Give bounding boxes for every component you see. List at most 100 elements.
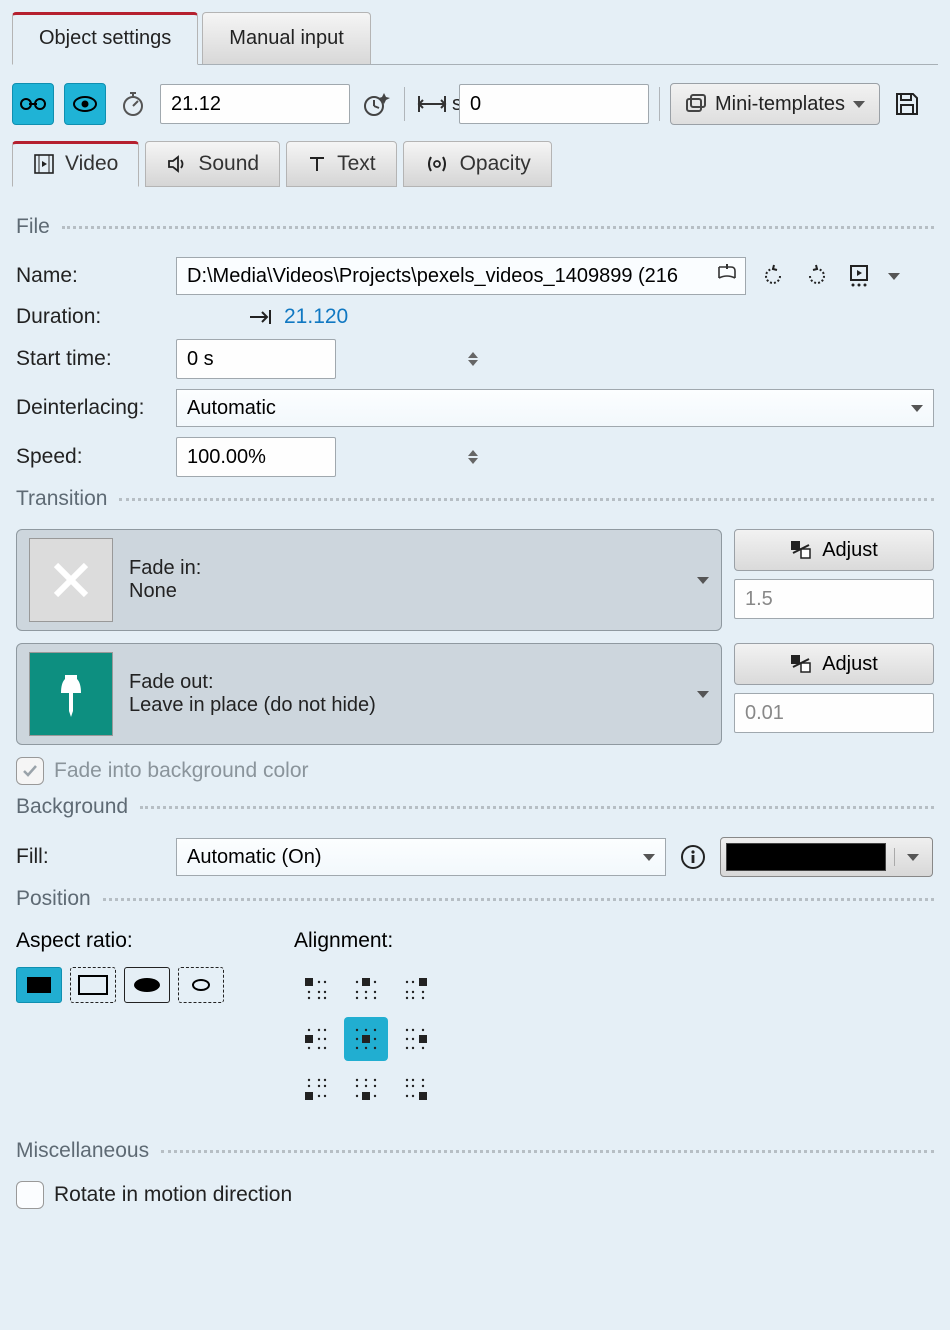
aspect-ratio-label: Aspect ratio: [16, 929, 224, 953]
adjust-icon [790, 540, 812, 560]
aspect-stretch[interactable] [124, 967, 170, 1003]
info-icon [680, 844, 706, 870]
stopwatch-icon [119, 90, 147, 118]
save-icon [893, 90, 921, 118]
name-label: Name: [16, 264, 166, 288]
link-toggle-button[interactable] [12, 83, 54, 125]
toolbar: s s Mini-templates [12, 65, 938, 141]
chevron-down-icon[interactable] [888, 273, 900, 280]
adjust-label: Adjust [822, 539, 878, 562]
deinterlacing-select[interactable]: Automatic [176, 389, 934, 427]
rotate-motion-checkbox[interactable] [16, 1181, 44, 1209]
subtab-video-label: Video [65, 152, 118, 176]
align-mr[interactable] [394, 1017, 438, 1061]
deinterlacing-label: Deinterlacing: [16, 396, 166, 420]
speaker-icon [166, 153, 188, 175]
align-tr[interactable] [394, 967, 438, 1011]
rotate-cw-button[interactable] [800, 259, 834, 293]
start-time-input[interactable] [177, 344, 462, 375]
rotate-ccw-button[interactable] [756, 259, 790, 293]
offset-icon-button[interactable] [415, 87, 449, 121]
rotate-cw-icon [804, 263, 830, 289]
play-settings-button[interactable] [844, 259, 878, 293]
align-tl[interactable] [294, 967, 338, 1011]
object-settings-panel: Object settings Manual input s s Mini-te… [0, 0, 950, 1249]
align-tc[interactable] [344, 967, 388, 1011]
duration-value[interactable]: 21.120 [284, 305, 348, 329]
fadein-label: Fade in: [129, 557, 681, 580]
tab-manual-input[interactable]: Manual input [202, 12, 371, 64]
subtab-opacity-label: Opacity [460, 152, 531, 176]
fill-select[interactable]: Automatic (On) [176, 838, 666, 876]
fadeout-label: Fade out: [129, 671, 681, 694]
fadein-adjust-button[interactable]: Adjust [734, 529, 934, 571]
align-mc[interactable] [344, 1017, 388, 1061]
tab-object-settings[interactable]: Object settings [12, 12, 198, 65]
fade-bg-label: Fade into background color [54, 759, 309, 783]
chevron-down-icon [697, 577, 709, 584]
color-picker[interactable] [720, 837, 933, 877]
alignment-grid [294, 967, 438, 1111]
clock-sparkle-icon [362, 90, 392, 118]
rotate-ccw-icon [760, 263, 786, 289]
subtab-opacity[interactable]: Opacity [403, 141, 552, 187]
stopwatch-button[interactable] [116, 87, 150, 121]
check-icon [21, 762, 39, 780]
subtab-text[interactable]: Text [286, 141, 397, 187]
subtab-text-label: Text [337, 152, 376, 176]
section-background: Background [16, 795, 934, 819]
section-position: Position [16, 887, 934, 911]
fill-value: Automatic (On) [187, 846, 321, 869]
eye-icon [72, 95, 98, 113]
mini-templates-dropdown[interactable]: Mini-templates [670, 83, 880, 125]
section-transition: Transition [16, 487, 934, 511]
align-bc[interactable] [344, 1067, 388, 1111]
fadein-thumb [29, 538, 113, 622]
speed-spinner[interactable] [462, 450, 484, 464]
chevron-down-icon [911, 405, 923, 412]
aspect-fit[interactable] [16, 967, 62, 1003]
align-bl[interactable] [294, 1067, 338, 1111]
content: File Name: Duration: 21.120 Start time: … [12, 187, 938, 1237]
deinterlacing-value: Automatic [187, 397, 276, 420]
rotate-motion-label: Rotate in motion direction [54, 1183, 292, 1207]
aspect-crop[interactable] [178, 967, 224, 1003]
section-misc: Miscellaneous [16, 1139, 934, 1163]
fadeout-card[interactable]: Fade out: Leave in place (do not hide) [16, 643, 722, 745]
fadeout-adjust-button[interactable]: Adjust [734, 643, 934, 685]
visibility-toggle-button[interactable] [64, 83, 106, 125]
separator [659, 87, 660, 121]
pin-icon [51, 669, 91, 719]
color-swatch-black [726, 843, 886, 871]
auto-time-button[interactable] [360, 87, 394, 121]
fadeout-thumb [29, 652, 113, 736]
sub-tab-bar: Video Sound Text Opacity [12, 141, 938, 187]
align-br[interactable] [394, 1067, 438, 1111]
name-input[interactable] [176, 257, 746, 295]
subtab-video[interactable]: Video [12, 141, 139, 187]
x-icon [46, 555, 96, 605]
mini-templates-label: Mini-templates [715, 93, 845, 116]
width-arrows-icon [417, 94, 447, 114]
fade-bg-checkbox[interactable] [16, 757, 44, 785]
start-spinner[interactable] [462, 352, 484, 366]
fadein-value: None [129, 580, 681, 603]
template-icon [685, 93, 707, 115]
subtab-sound[interactable]: Sound [145, 141, 280, 187]
alignment-label: Alignment: [294, 929, 438, 953]
aspect-fill[interactable] [70, 967, 116, 1003]
fadein-card[interactable]: Fade in: None [16, 529, 722, 631]
section-file: File [16, 215, 934, 239]
align-ml[interactable] [294, 1017, 338, 1061]
speed-input[interactable] [177, 442, 462, 473]
subtab-sound-label: Sound [198, 152, 259, 176]
main-tab-bar: Object settings Manual input [12, 12, 938, 65]
link-icon [20, 95, 46, 113]
save-button[interactable] [890, 87, 924, 121]
browse-icon[interactable] [716, 264, 738, 288]
adjust-label: Adjust [822, 653, 878, 676]
info-button[interactable] [676, 840, 710, 874]
adjust-icon [790, 654, 812, 674]
chevron-down-icon [643, 854, 655, 861]
arrow-end-icon [248, 308, 274, 326]
